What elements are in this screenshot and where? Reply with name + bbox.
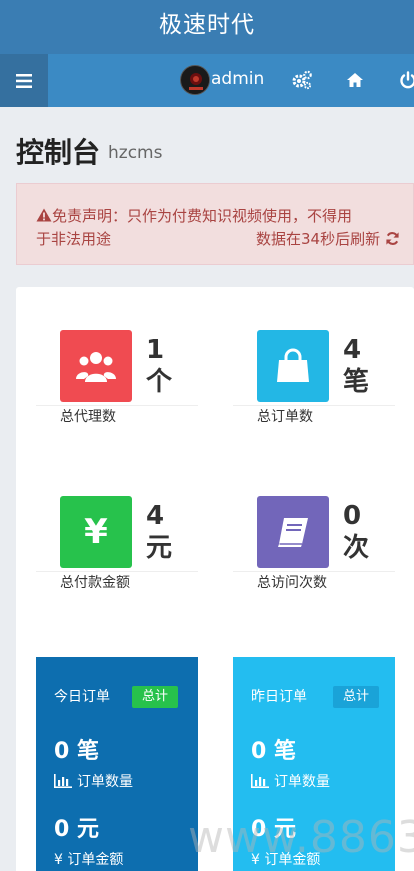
settings-button[interactable]	[290, 68, 314, 92]
stat-value: 1 个	[146, 335, 173, 397]
bar-chart-icon	[54, 774, 72, 788]
hamburger-icon	[16, 73, 32, 88]
home-icon	[347, 73, 363, 87]
logout-button[interactable]	[396, 68, 414, 92]
total-badge: 总计	[333, 686, 380, 708]
bar-chart-icon	[251, 774, 269, 788]
avatar[interactable]	[180, 65, 210, 95]
users-icon	[76, 352, 116, 382]
stat-card-payments: ¥ 4 元 总付款金额	[36, 454, 198, 591]
order-amount: 0 元	[54, 817, 99, 842]
app-header: 极速时代	[0, 0, 414, 54]
order-count-label-row: 订单数量	[251, 771, 330, 791]
order-count-label: 订单数量	[274, 774, 330, 790]
stat-card-orders: 4 笔 总订单数	[233, 288, 395, 425]
home-button[interactable]	[343, 68, 367, 92]
order-count: 0 笔	[54, 739, 99, 764]
stat-value: 4 元	[146, 501, 173, 563]
avatar-image	[182, 67, 209, 94]
stat-label: 总访问次数	[257, 575, 327, 591]
stat-icon-box: ¥	[60, 496, 132, 568]
order-count-label: 订单数量	[77, 774, 133, 790]
stat-icon-box	[257, 330, 329, 402]
disclaimer-alert: 免责声明：只作为付费知识视频使用，不得用 于非法用途 数据在34秒后刷新	[16, 183, 414, 265]
alert-line-1: 免责声明：只作为付费知识视频使用，不得用	[36, 205, 352, 226]
order-amount-label: ¥ 订单金额	[54, 852, 124, 868]
order-card-title: 今日订单	[54, 689, 110, 705]
stat-value: 0 次	[343, 501, 370, 563]
shopping-bag-icon	[277, 348, 309, 382]
alert-text-2: 于非法用途	[36, 230, 112, 248]
refresh-text: 数据在34秒后刷新	[256, 230, 381, 248]
cogs-icon	[292, 70, 312, 90]
power-icon	[400, 71, 414, 89]
username[interactable]: admin	[211, 69, 264, 89]
stat-value: 4 笔	[343, 335, 370, 397]
navbar: admin	[0, 54, 414, 107]
stat-card-visits: 0 次 总访问次数	[233, 454, 395, 591]
order-card-today: 今日订单 总计 0 笔 订单数量 0 元 ¥ 订单金额	[36, 657, 198, 871]
stat-label: 总付款金额	[60, 575, 130, 591]
refresh-icon[interactable]	[385, 231, 400, 246]
menu-toggle-button[interactable]	[0, 54, 48, 107]
warning-icon	[36, 208, 52, 222]
stat-label: 总代理数	[60, 409, 116, 425]
book-icon	[278, 518, 308, 547]
alert-text-1: 免责声明：只作为付费知识视频使用，不得用	[52, 207, 353, 225]
stat-card-agents: 1 个 总代理数	[36, 288, 198, 425]
page-subtitle: hzcms	[108, 143, 163, 163]
yen-icon: ¥	[84, 512, 108, 552]
total-badge: 总计	[132, 686, 179, 708]
watermark: www.88631.cn	[188, 812, 414, 863]
page-title: 控制台	[16, 136, 101, 169]
stat-icon-box	[257, 496, 329, 568]
stat-label: 总订单数	[257, 409, 313, 425]
order-count: 0 笔	[251, 739, 296, 764]
refresh-countdown: 数据在34秒后刷新	[256, 228, 400, 249]
stat-icon-box	[60, 330, 132, 402]
order-count-label-row: 订单数量	[54, 771, 133, 791]
order-card-title: 昨日订单	[251, 689, 307, 705]
app-title: 极速时代	[159, 12, 255, 38]
